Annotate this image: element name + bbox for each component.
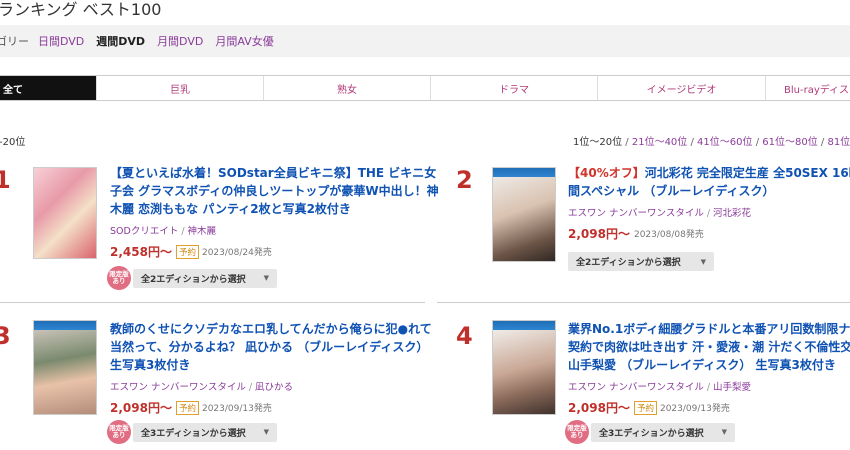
maker-link[interactable]: エスワン ナンバーワンスタイル: [110, 382, 246, 393]
edition-select[interactable]: 全2エディションから選択 ▼: [133, 268, 277, 288]
preorder-badge: 予約: [175, 400, 199, 415]
limited-badge: 限定版あり: [107, 266, 131, 290]
product-title[interactable]: 【40%オフ】河北彩花 完全限定生産 全50SEX 16時間スペシャル （ブルー…: [568, 164, 850, 200]
price-row: 2,098円～ 2023/08/08発売: [568, 225, 850, 242]
ranking-item: 1 【夏といえば水着！SODstar全員ビキニ祭】THE ビキニ女子会 グラマス…: [0, 162, 439, 302]
tab-mature[interactable]: 熟女: [263, 76, 430, 100]
tab-image-video[interactable]: イメージビデオ: [597, 76, 765, 100]
page-title: ランキング ベスト100: [0, 0, 162, 19]
maker-link[interactable]: エスワン ナンバーワンスタイル: [568, 382, 704, 393]
pager-current: 1位～20位: [573, 137, 623, 148]
chevron-down-icon: ▼: [263, 274, 269, 282]
product-title[interactable]: 【夏といえば水着！SODstar全員ビキニ祭】THE ビキニ女子会 グラマスボデ…: [110, 164, 440, 218]
chevron-down-icon: ▼: [263, 428, 269, 436]
price: 2,098円～: [568, 227, 630, 241]
price: 2,458円～: [110, 245, 172, 259]
ranking-item: 4 業界No.1ボディ細腰グラドルと本番アリ回数制限ナシ契約で肉欲は吐き出す 汗…: [440, 318, 850, 450]
edition-row: 限定版あり 全2エディションから選択 ▼: [107, 266, 277, 290]
product-title[interactable]: 業界No.1ボディ細腰グラドルと本番アリ回数制限ナシ契約で肉欲は吐き出す 汗・愛…: [568, 320, 850, 374]
price-row: 2,098円～ 予約 2023/09/13発売: [110, 399, 440, 416]
item-meta: エスワン ナンバーワンスタイル / 河北彩花: [568, 208, 752, 219]
category-weekly-dvd[interactable]: 週間DVD: [96, 33, 145, 49]
edition-row: 全2エディションから選択 ▼: [568, 252, 714, 271]
chevron-down-icon: ▼: [700, 257, 706, 266]
performer-link[interactable]: 河北彩花: [713, 208, 751, 219]
product-title[interactable]: 教師のくせにクソデカなエロ乳してんだから俺らに犯●れて当然って、分かるよね？ 凪…: [110, 320, 440, 374]
edition-select[interactable]: 全2エディションから選択 ▼: [568, 252, 714, 271]
preorder-badge: 予約: [175, 244, 199, 259]
rank-number: 3: [0, 322, 11, 350]
edition-select[interactable]: 全3エディションから選択 ▼: [133, 422, 277, 442]
item-info: 【夏といえば水着！SODstar全員ビキニ祭】THE ビキニ女子会 グラマスボデ…: [110, 164, 440, 260]
pager-link-41-60[interactable]: 41位～60位: [697, 137, 752, 148]
maker-link[interactable]: SODクリエイト: [110, 226, 178, 237]
maker-link[interactable]: エスワン ナンバーワンスタイル: [568, 208, 704, 219]
rank-number: 4: [456, 322, 473, 350]
genre-tabs: 全て 巨乳 熟女 ドラマ イメージビデオ Blu-rayディスク: [0, 75, 850, 101]
price: 2,098円～: [110, 401, 172, 415]
performer-link[interactable]: 凪ひかる: [255, 382, 293, 393]
product-thumbnail[interactable]: [492, 167, 556, 262]
item-info: 業界No.1ボディ細腰グラドルと本番アリ回数制限ナシ契約で肉欲は吐き出す 汗・愛…: [568, 320, 850, 416]
release-date: 2023/09/13発売: [201, 404, 272, 414]
price-row: 2,098円～ 予約 2023/09/13発売: [568, 399, 850, 416]
edition-row: 限定版あり 全3エディションから選択 ▼: [565, 420, 735, 444]
performer-link[interactable]: 山手梨愛: [713, 382, 751, 393]
item-meta: エスワン ナンバーワンスタイル / 山手梨愛: [568, 382, 752, 393]
product-thumbnail[interactable]: [492, 320, 556, 415]
item-meta: SODクリエイト / 神木麗: [110, 226, 217, 237]
chevron-down-icon: ▼: [721, 428, 727, 436]
range-label: -20位: [0, 137, 26, 148]
tab-drama[interactable]: ドラマ: [430, 76, 597, 100]
category-daily-dvd[interactable]: 日間DVD: [38, 33, 84, 49]
item-meta: エスワン ナンバーワンスタイル / 凪ひかる: [110, 382, 294, 393]
tab-bluray[interactable]: Blu-rayディスク: [765, 76, 850, 100]
category-monthly-dvd[interactable]: 月間DVD: [157, 33, 203, 49]
category-monthly-actress[interactable]: 月間AV女優: [215, 33, 273, 49]
rank-number: 2: [456, 166, 473, 194]
ranking-item: 3 教師のくせにクソデカなエロ乳してんだから俺らに犯●れて当然って、分かるよね？…: [0, 318, 432, 450]
edition-select[interactable]: 全3エディションから選択 ▼: [591, 422, 735, 442]
release-date: 2023/08/24発売: [201, 248, 272, 258]
pager-link-61-80[interactable]: 61位～80位: [762, 137, 817, 148]
tab-big-breasts[interactable]: 巨乳: [96, 76, 263, 100]
pager-link-21-40[interactable]: 21位～40位: [632, 137, 687, 148]
item-info: 教師のくせにクソデカなエロ乳してんだから俺らに犯●れて当然って、分かるよね？ 凪…: [110, 320, 440, 416]
edition-row: 限定版あり 全3エディションから選択 ▼: [107, 420, 277, 444]
divider: [437, 302, 850, 303]
product-thumbnail[interactable]: [33, 320, 97, 415]
item-info: 【40%オフ】河北彩花 完全限定生産 全50SEX 16時間スペシャル （ブルー…: [568, 164, 850, 242]
price: 2,098円～: [568, 401, 630, 415]
rank-number: 1: [0, 166, 11, 194]
limited-badge: 限定版あり: [565, 420, 589, 444]
pager-link-81[interactable]: 81位～: [827, 137, 850, 148]
category-bar: ゴリー 日間DVD 週間DVD 月間DVD 月間AV女優: [0, 25, 850, 57]
performer-link[interactable]: 神木麗: [188, 226, 217, 237]
product-thumbnail[interactable]: [33, 167, 97, 259]
tab-all[interactable]: 全て: [0, 76, 96, 100]
limited-badge: 限定版あり: [107, 420, 131, 444]
ranking-item: 2 【40%オフ】河北彩花 完全限定生産 全50SEX 16時間スペシャル （ブ…: [440, 162, 850, 302]
release-date: 2023/08/08発売: [633, 230, 704, 240]
preorder-badge: 予約: [633, 400, 657, 415]
price-row: 2,458円～ 予約 2023/08/24発売: [110, 243, 440, 260]
pagination: 1位～20位 / 21位～40位 / 41位～60位 / 61位～80位 / 8…: [573, 133, 850, 148]
release-date: 2023/09/13発売: [659, 404, 730, 414]
category-label: ゴリー: [0, 35, 29, 48]
divider: [0, 302, 425, 303]
